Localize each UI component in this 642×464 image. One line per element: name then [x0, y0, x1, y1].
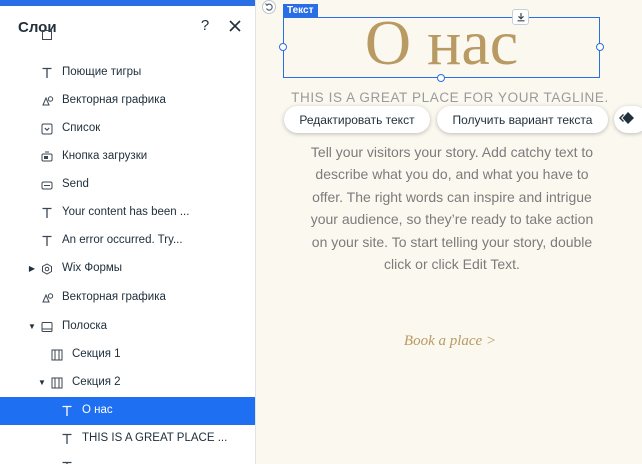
- layer-row[interactable]: ▼ Секция 2: [0, 369, 255, 397]
- tagline-text[interactable]: THIS IS A GREAT PLACE FOR YOUR TAGLINE.: [270, 90, 630, 105]
- layer-label: Кнопка загрузки: [62, 150, 148, 162]
- layer-label: Список: [62, 122, 101, 134]
- text-icon: [60, 432, 74, 446]
- layer-row[interactable]: Векторная графика: [0, 87, 255, 115]
- text-icon: [60, 460, 74, 464]
- layer-row[interactable]: ▶ Wix Формы: [0, 255, 255, 283]
- selection-box[interactable]: [283, 17, 600, 78]
- dropdown-list-icon: [40, 122, 54, 136]
- download-icon[interactable]: [512, 9, 529, 25]
- layer-row[interactable]: An error occurred. Try...: [0, 227, 255, 255]
- strip-icon: [40, 320, 54, 334]
- resize-handle-bottom[interactable]: [437, 74, 445, 82]
- section-icon: [50, 348, 64, 362]
- section-icon: [50, 376, 64, 390]
- layer-row[interactable]: [0, 21, 255, 49]
- layer-label: THIS IS A GREAT PLACE ...: [82, 432, 228, 444]
- layer-label: Векторная графика: [62, 291, 166, 303]
- layer-label: Wix Формы: [62, 262, 123, 274]
- layer-label: Секция 1: [72, 348, 121, 360]
- expand-arrow-down-icon[interactable]: ▼: [37, 378, 47, 388]
- expand-arrow-down-icon[interactable]: ▼: [27, 322, 37, 332]
- layer-row[interactable]: Поющие тигры: [0, 59, 255, 87]
- resize-handle-left[interactable]: [279, 43, 287, 51]
- layers-panel: Слои ? Поющие тигры Векторная графика Спис…: [0, 0, 256, 464]
- text-icon: [40, 66, 54, 80]
- layer-row[interactable]: Список: [0, 115, 255, 143]
- layer-label: Векторная графика: [62, 94, 166, 106]
- layer-row[interactable]: Векторная графика: [0, 284, 255, 312]
- edit-text-button[interactable]: Редактировать текст: [284, 106, 430, 133]
- text-icon: [60, 404, 74, 418]
- book-a-place-link[interactable]: Book a place >: [360, 333, 540, 350]
- layer-row[interactable]: Your content has been ...: [0, 199, 255, 227]
- text-icon: [40, 234, 54, 248]
- layer-row[interactable]: THIS IS A GREAT PLACE ...: [0, 425, 255, 453]
- layer-row[interactable]: Send: [0, 171, 255, 199]
- button-icon: [40, 178, 54, 192]
- layer-label: Поющие тигры: [62, 66, 142, 78]
- layer-label: An error occurred. Try...: [62, 234, 183, 246]
- vector-art-icon: [40, 291, 54, 305]
- expand-arrow-right-icon[interactable]: ▶: [27, 264, 37, 274]
- get-text-variant-button[interactable]: Получить вариант текста: [437, 106, 608, 133]
- layer-row[interactable]: Секция 1: [0, 341, 255, 369]
- element-type-tag: Текст: [283, 4, 318, 17]
- layer-label: Your content has been ...: [62, 206, 190, 218]
- resize-handle-right[interactable]: [596, 43, 604, 51]
- undo-icon[interactable]: [262, 0, 276, 14]
- layer-label: Send: [62, 178, 89, 190]
- layer-label: О нас: [82, 404, 113, 416]
- layer-row[interactable]: Кнопка загрузки: [0, 143, 255, 171]
- generic-element-icon: [40, 28, 54, 42]
- animation-icon: [618, 111, 638, 128]
- layer-label: Полоска: [62, 320, 108, 332]
- about-body-text[interactable]: Tell your visitors your story. Add catch…: [310, 141, 594, 275]
- layer-label: Секция 2: [72, 376, 121, 388]
- layer-row-selected[interactable]: О нас: [0, 397, 255, 425]
- vector-art-icon: [40, 94, 54, 108]
- upload-button-icon: [40, 150, 54, 164]
- layer-row[interactable]: ▼ Полоска: [0, 313, 255, 341]
- forms-icon: [40, 262, 54, 276]
- text-icon: [40, 206, 54, 220]
- animation-button[interactable]: [614, 106, 642, 133]
- layer-row[interactable]: [0, 453, 255, 464]
